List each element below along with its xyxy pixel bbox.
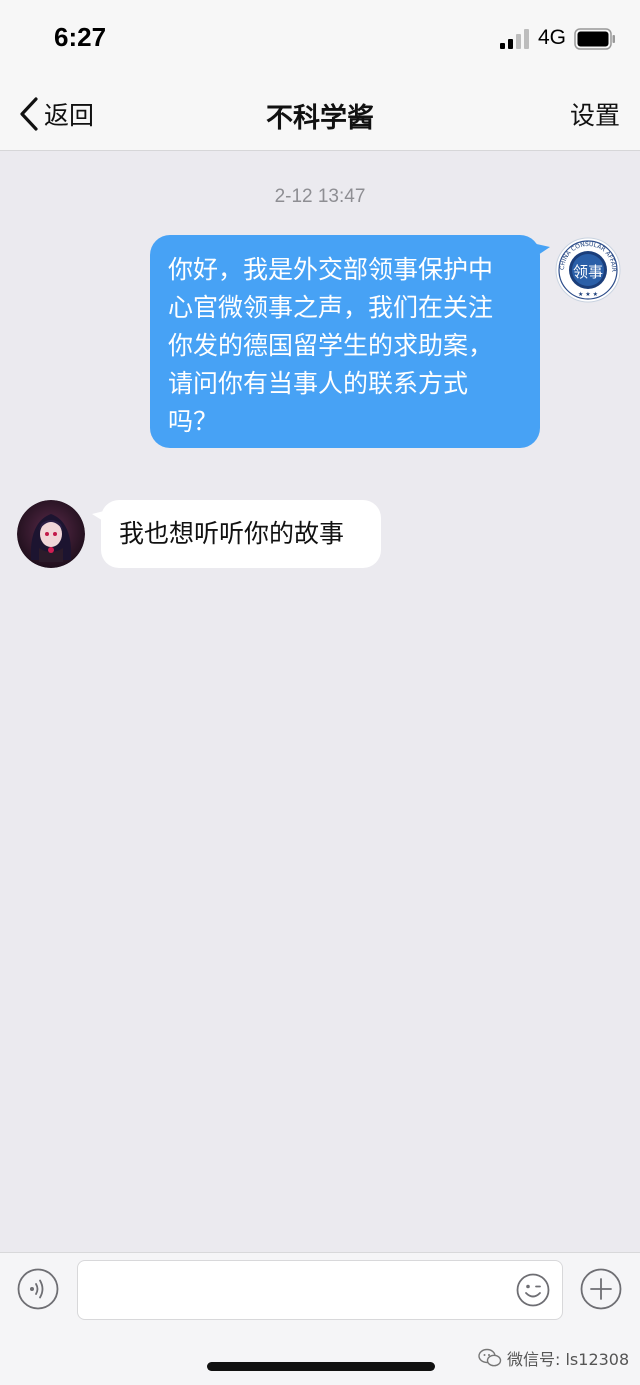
contact-avatar[interactable] — [17, 500, 85, 568]
consular-affairs-avatar[interactable]: 领事 CHINA CONSULAR AFFAIRS ★ ★ ★ — [555, 237, 621, 303]
home-indicator[interactable] — [207, 1362, 435, 1371]
signal-bars-icon — [500, 29, 529, 49]
watermark-text: 微信号: ls12308 — [507, 1350, 630, 1369]
message-line: 心官微领事之声，我们在关注 — [168, 293, 494, 322]
status-time: 6:27 — [54, 22, 107, 52]
chat-title: 不科学酱 — [266, 103, 374, 134]
bubble-tail — [532, 243, 550, 259]
message-line: 请问你有当事人的联系方式 — [168, 369, 469, 398]
plus-icon[interactable] — [580, 1268, 622, 1310]
wechat-logo-icon — [478, 1348, 502, 1367]
consular-affairs-logo-icon: 领事 CHINA CONSULAR AFFAIRS ★ ★ ★ — [555, 237, 621, 303]
incoming-message-bubble[interactable]: 我也想听听你的故事 — [101, 500, 381, 568]
settings-button[interactable]: 设置 — [570, 96, 620, 132]
outgoing-message-bubble[interactable]: 你好，我是外交部领事保护中 心官微领事之声，我们在关注 你发的德国留学生的求助案… — [150, 235, 540, 448]
message-line: 你好，我是外交部领事保护中 — [168, 255, 494, 284]
nav-bar: 返回 不科学酱 设置 — [0, 78, 640, 151]
network-type-label: 4G — [538, 26, 567, 49]
message-input[interactable] — [77, 1260, 563, 1320]
emoji-icon[interactable] — [516, 1273, 550, 1307]
message-timestamp: 2-12 13:47 — [274, 186, 366, 207]
battery-icon — [574, 28, 615, 50]
wechat-watermark: 微信号: ls12308 — [478, 1346, 629, 1370]
message-line: 你发的德国留学生的求助案， — [168, 331, 494, 360]
message-line: 吗？ — [168, 407, 219, 436]
svg-text:★ ★ ★: ★ ★ ★ — [578, 291, 598, 298]
status-bar: 6:27 4G — [0, 0, 640, 78]
voice-icon[interactable] — [17, 1268, 59, 1310]
chat-screen: 6:27 4G 返回 不科学酱 设置 2-12 13:47 你好，我是外交部领事… — [0, 0, 640, 1385]
logo-character: 领事 — [573, 263, 603, 281]
anime-girl-avatar-icon — [17, 500, 85, 568]
